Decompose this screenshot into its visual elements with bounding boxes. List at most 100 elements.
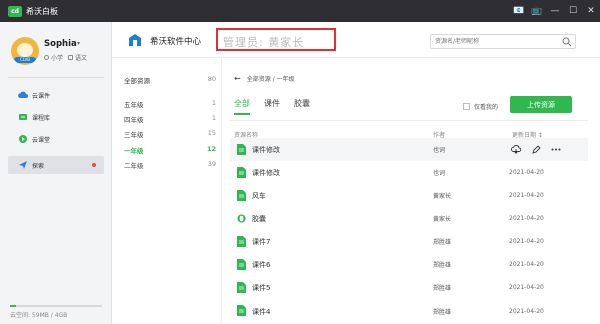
search-icon[interactable] (562, 37, 572, 47)
tab-capsule[interactable]: 胶囊 (294, 98, 310, 109)
file-name: 胶囊 (252, 214, 266, 223)
file-date: 2021-04-20 (509, 238, 544, 245)
file-date: 2021-04-20 (509, 192, 544, 199)
file-author: 也词 (433, 170, 446, 177)
only-mine-filter[interactable]: 仅看我的 (463, 102, 498, 111)
avatar-badge: CLVB (14, 57, 36, 63)
app-title: 希沃白板 (26, 6, 58, 16)
chevron-down-icon[interactable]: ▾ (77, 40, 80, 47)
file-author: 也词 (433, 147, 446, 154)
file-name: 课件4 (252, 307, 271, 316)
table-row[interactable]: 课件5 郑胜雄 2021-04-20 (230, 276, 588, 299)
table-row[interactable]: 胶囊 黄家长 2021-04-20 (230, 207, 588, 230)
only-mine-label: 仅看我的 (474, 104, 499, 111)
avatar[interactable]: CLVB (11, 37, 39, 65)
upload-resource-button[interactable]: 上传资源 (510, 96, 572, 113)
tab-courseware[interactable]: 课件 (264, 98, 280, 109)
file-name: 课件修改 (252, 145, 280, 154)
file-date: 2021-04-20 (509, 261, 544, 268)
document-icon (237, 167, 246, 178)
file-author: 郑胜雄 (433, 239, 452, 246)
sidebar-item-label: 云课件 (32, 92, 51, 100)
close-button[interactable]: ✕ (582, 6, 600, 16)
grade-count: 1 (211, 99, 216, 107)
grade-label: 二年级 (124, 162, 144, 170)
grade-label: 三年级 (124, 131, 144, 139)
table-row[interactable]: 课件7 郑胜雄 2021-04-20 (230, 230, 588, 253)
only-mine-checkbox[interactable] (463, 103, 470, 110)
minimize-button[interactable]: — (546, 6, 564, 16)
document-icon (237, 259, 246, 270)
sidebar-item-label: 云课堂 (32, 136, 51, 144)
table-row[interactable]: 课件修改 也词 2021-04-20 (230, 161, 588, 184)
school-icon (129, 34, 141, 46)
more-icon[interactable] (551, 145, 561, 155)
grade-item-1[interactable]: 一年级 12 (124, 145, 216, 155)
file-author: 郑胜雄 (433, 262, 452, 269)
table-row[interactable]: 课件修改 也词 (230, 138, 588, 161)
document-icon (237, 190, 246, 201)
file-author: 黄家长 (433, 216, 452, 223)
file-name: 课件5 (252, 283, 271, 292)
file-name: 课件修改 (252, 168, 280, 177)
sidebar-item-label: 课程库 (32, 114, 51, 122)
search-box (430, 34, 576, 49)
sidebar-item-cloud-classroom[interactable]: 云课堂 (8, 130, 104, 148)
message-icon[interactable]: 📧 (510, 6, 528, 16)
document-icon (237, 305, 246, 316)
grade-icon (44, 55, 49, 60)
file-author: 黄家长 (433, 193, 452, 200)
sidebar-item-course-library[interactable]: 课程库 (8, 108, 104, 126)
app-logo: cd (8, 5, 22, 17)
file-name: 课件6 (252, 260, 271, 269)
screen-icon[interactable]: 📺 (528, 6, 546, 16)
row-actions (511, 145, 561, 155)
title-bar: cd 希沃白板 📧 📺 — ☐ ✕ (0, 0, 600, 22)
file-date: 2021-04-20 (509, 308, 544, 315)
table-row[interactable]: 风车 黄家长 2021-04-20 (230, 184, 588, 207)
back-arrow-icon[interactable]: ← (234, 74, 241, 83)
table-row[interactable]: 课件4 郑胜雄 2021-04-20 (230, 299, 588, 324)
course-library-icon (18, 112, 28, 122)
grade-label: 四年级 (124, 116, 144, 124)
capsule-icon (237, 214, 246, 223)
grade-label: 一年级 (124, 147, 144, 155)
grade-label: 全部资源 (124, 77, 150, 85)
grade-item-5[interactable]: 五年级 1 (124, 99, 216, 109)
maximize-button[interactable]: ☐ (564, 6, 582, 16)
user-info: 小学 语文 (44, 53, 87, 62)
storage-label: 云空间: 59MB / 4GB (10, 312, 68, 319)
grade-item-4[interactable]: 四年级 1 (124, 114, 216, 124)
sidebar-item-cloud-courseware[interactable]: 云课件 (8, 86, 104, 104)
cloud-icon (18, 90, 28, 100)
subject-icon (68, 55, 74, 60)
storage-fill (10, 305, 16, 307)
sidebar: CLVB Sophia ▾ 小学 语文 云课件 课程库 云课堂 探索 云空间: … (0, 22, 112, 324)
edit-icon[interactable] (531, 145, 541, 155)
document-icon (237, 236, 246, 247)
grade-label: 五年级 (124, 101, 144, 109)
storage-bar (10, 305, 102, 307)
grade-item-all[interactable]: 全部资源 80 (124, 75, 216, 85)
cloud-download-icon[interactable] (511, 145, 521, 155)
sidebar-item-label: 探索 (32, 162, 45, 170)
file-date: 2021-04-20 (509, 169, 544, 176)
tab-all[interactable]: 全部 (234, 98, 250, 115)
grade-count: 1 (211, 114, 216, 122)
user-grade: 小学 (51, 55, 64, 62)
file-author: 郑胜雄 (433, 309, 452, 316)
sidebar-divider (8, 77, 104, 78)
grade-item-3[interactable]: 三年级 15 (124, 129, 216, 139)
username[interactable]: Sophia (44, 39, 77, 49)
sidebar-item-explore[interactable]: 探索 (8, 156, 104, 174)
document-icon (237, 144, 246, 155)
resource-content: ← 全部资源 / 一年级 全部 课件 胶囊 仅看我的 上传资源 资源名称 作者 … (222, 58, 600, 324)
tabs: 全部 课件 胶囊 (234, 98, 310, 115)
document-icon (237, 282, 246, 293)
grade-count: 12 (206, 145, 216, 153)
table-row[interactable]: 课件6 郑胜雄 2021-04-20 (230, 253, 588, 276)
classroom-icon (18, 134, 28, 144)
grade-item-2[interactable]: 二年级 39 (124, 160, 216, 170)
file-name: 课件7 (252, 237, 271, 246)
search-input[interactable] (431, 35, 555, 48)
